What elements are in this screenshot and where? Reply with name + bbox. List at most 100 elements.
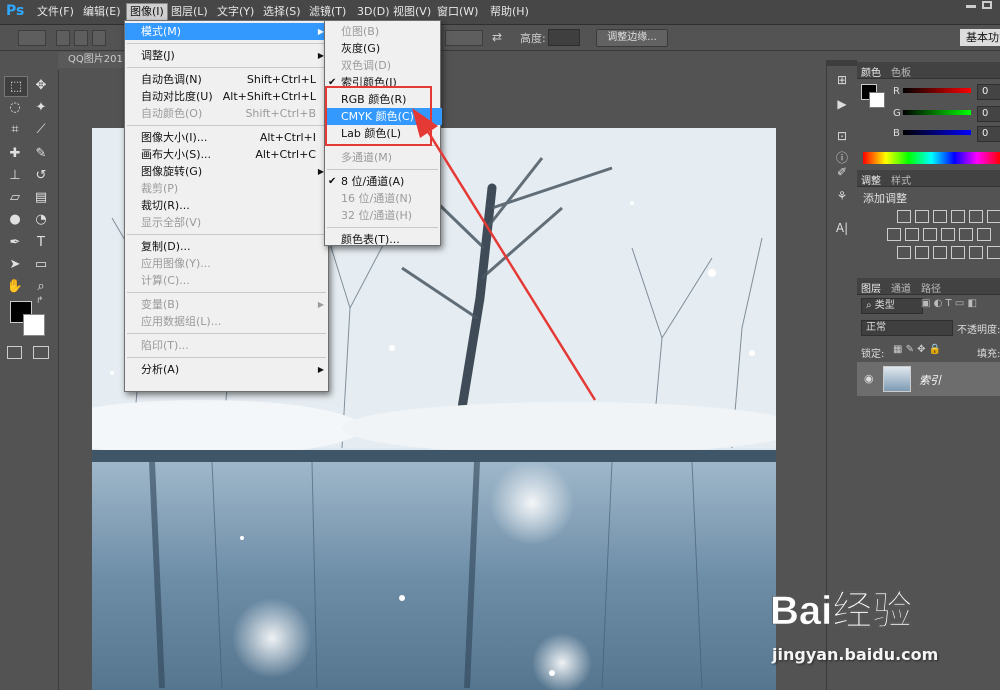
menu-5[interactable]: 选择(S) [260,4,304,20]
menu-3[interactable]: 图层(L) [168,4,211,20]
menu-2[interactable]: 图像(I) [126,3,168,21]
move-tool-icon[interactable]: ✥ [30,76,52,95]
tab-channels[interactable]: 通道 [891,280,911,295]
image_menu-item[interactable]: 自动色调(N) Shift+Ctrl+L [125,71,330,88]
adjustment-icon[interactable] [959,228,973,241]
swap-colors-icon[interactable]: ↱ [36,296,44,306]
subtract-selection-icon[interactable] [92,30,106,46]
add-selection-icon[interactable] [74,30,88,46]
clone-stamp-icon[interactable]: ⊥ [4,166,26,185]
quick-mask-icon[interactable] [7,346,22,359]
menu-10[interactable]: 帮助(H) [487,4,532,20]
image_menu-item[interactable]: 复制(D)... [125,238,330,255]
image_menu-item[interactable]: 图像大小(I)... Alt+Ctrl+I [125,129,330,146]
image_menu-item[interactable]: 调整(J) ▶ [125,47,330,64]
mode_menu-item[interactable]: 灰度(G) [325,40,442,57]
image_menu-item[interactable]: 裁切(R)... [125,197,330,214]
adjustment-icon[interactable] [941,228,955,241]
zoom-icon[interactable]: ⌕ [30,277,52,296]
adjustment-icon[interactable] [933,210,947,223]
history-panel-icon[interactable]: ⊞ [834,72,850,88]
adjustment-icon[interactable] [977,228,991,241]
adjustment-icon[interactable] [897,210,911,223]
brush-icon[interactable]: ✎ [30,144,52,163]
adjustment-icon[interactable] [987,210,1000,223]
clone-source-icon[interactable]: ⚘ [834,188,850,204]
eye-icon[interactable]: ◉ [864,372,874,385]
channel-g-value[interactable]: 0 [977,106,1000,122]
character-panel-icon[interactable]: A| [834,220,850,236]
minimize-icon[interactable] [966,5,976,8]
blur-icon[interactable]: ● [4,210,26,229]
channel-b-value[interactable]: 0 [977,126,1000,142]
layer-name[interactable]: 索引 [919,372,941,388]
adjustment-icon[interactable] [915,210,929,223]
adjustment-icon[interactable] [987,246,1000,259]
image_menu-item[interactable]: 分析(A) ▶ [125,361,330,378]
eyedropper-icon[interactable]: ⟋ [30,120,52,139]
image_menu-item[interactable]: 自动对比度(U) Alt+Shift+Ctrl+L [125,88,330,105]
menu-9[interactable]: 窗口(W) [434,4,481,20]
blend-mode-select[interactable]: 正常 [861,320,953,336]
channel-g-slider[interactable] [903,110,971,115]
properties-panel-icon[interactable]: ⊡ [834,128,850,144]
adjustment-icon[interactable] [969,210,983,223]
menu-6[interactable]: 滤镜(T) [306,4,349,20]
channel-b-slider[interactable] [903,130,971,135]
actions-play-icon[interactable]: ▶ [834,96,850,112]
image_menu-item[interactable]: 画布大小(S)... Alt+Ctrl+C [125,146,330,163]
adjustment-icon[interactable] [951,210,965,223]
hand-icon[interactable]: ✋ [4,277,26,296]
image_menu-item[interactable]: 图像旋转(G) ▶ [125,163,330,180]
crop-icon[interactable]: ⌗ [4,120,26,139]
brush-panel-icon[interactable]: ✐ [834,164,850,180]
adjustment-icon[interactable] [933,246,947,259]
menu-0[interactable]: 文件(F) [34,4,77,20]
rectangular-marquee-icon[interactable]: ⬚ [4,76,28,97]
adjustment-icon[interactable] [905,228,919,241]
type-icon[interactable]: T [30,233,52,252]
refine-edge-button[interactable]: 调整边缘... [596,29,668,47]
tab-layers[interactable]: 图层 [861,280,881,295]
image_menu-item[interactable]: 模式(M) ▶ [125,23,330,40]
dodge-icon[interactable]: ◔ [30,210,52,229]
layer-kind-filter[interactable]: ⌕ 类型 [861,298,923,314]
adjustment-icon[interactable] [969,246,983,259]
workspace-button[interactable]: 基本功能 [960,29,1000,46]
tab-styles[interactable]: 样式 [891,172,911,187]
path-selection-icon[interactable]: ➤ [4,255,26,274]
background-color-swatch[interactable] [23,314,45,336]
eraser-icon[interactable]: ▱ [4,188,26,207]
panel-bg-swatch[interactable] [869,92,885,108]
adjustment-icon[interactable] [887,228,901,241]
adjustment-icon[interactable] [951,246,965,259]
swap-icon[interactable]: ⇄ [492,30,502,44]
magic-wand-icon[interactable]: ✦ [30,98,52,117]
tab-swatches[interactable]: 色板 [891,64,911,79]
channel-r-slider[interactable] [903,88,971,93]
menu-8[interactable]: 视图(V) [390,4,434,20]
screen-mode-icon[interactable] [33,346,49,359]
menu-4[interactable]: 文字(Y) [214,4,257,20]
width-input[interactable] [445,30,483,46]
channel-r-value[interactable]: 0 [977,84,1000,100]
maximize-icon[interactable] [982,1,992,9]
rectangle-shape-icon[interactable]: ▭ [30,255,52,274]
color-spectrum[interactable] [863,152,1000,164]
tab-color[interactable]: 颜色 [861,64,881,79]
adjustment-icon[interactable] [897,246,911,259]
healing-brush-icon[interactable]: ✚ [4,144,26,163]
menu-1[interactable]: 编辑(E) [80,4,124,20]
layer-filter-icons[interactable]: ▣ ◐ T ▭ ◧ [921,298,997,312]
gradient-icon[interactable]: ▤ [30,188,52,207]
height-input[interactable] [548,29,580,46]
lasso-icon[interactable]: ◌ [4,98,26,117]
menu-7[interactable]: 3D(D) [354,4,393,20]
adjustment-icon[interactable] [915,246,929,259]
tab-adjustments[interactable]: 调整 [861,172,881,187]
adjustment-icon[interactable] [923,228,937,241]
marquee-preset-picker[interactable] [18,30,46,46]
window-controls[interactable] [960,0,1000,22]
tab-paths[interactable]: 路径 [921,280,941,295]
pen-icon[interactable]: ✒ [4,233,26,252]
